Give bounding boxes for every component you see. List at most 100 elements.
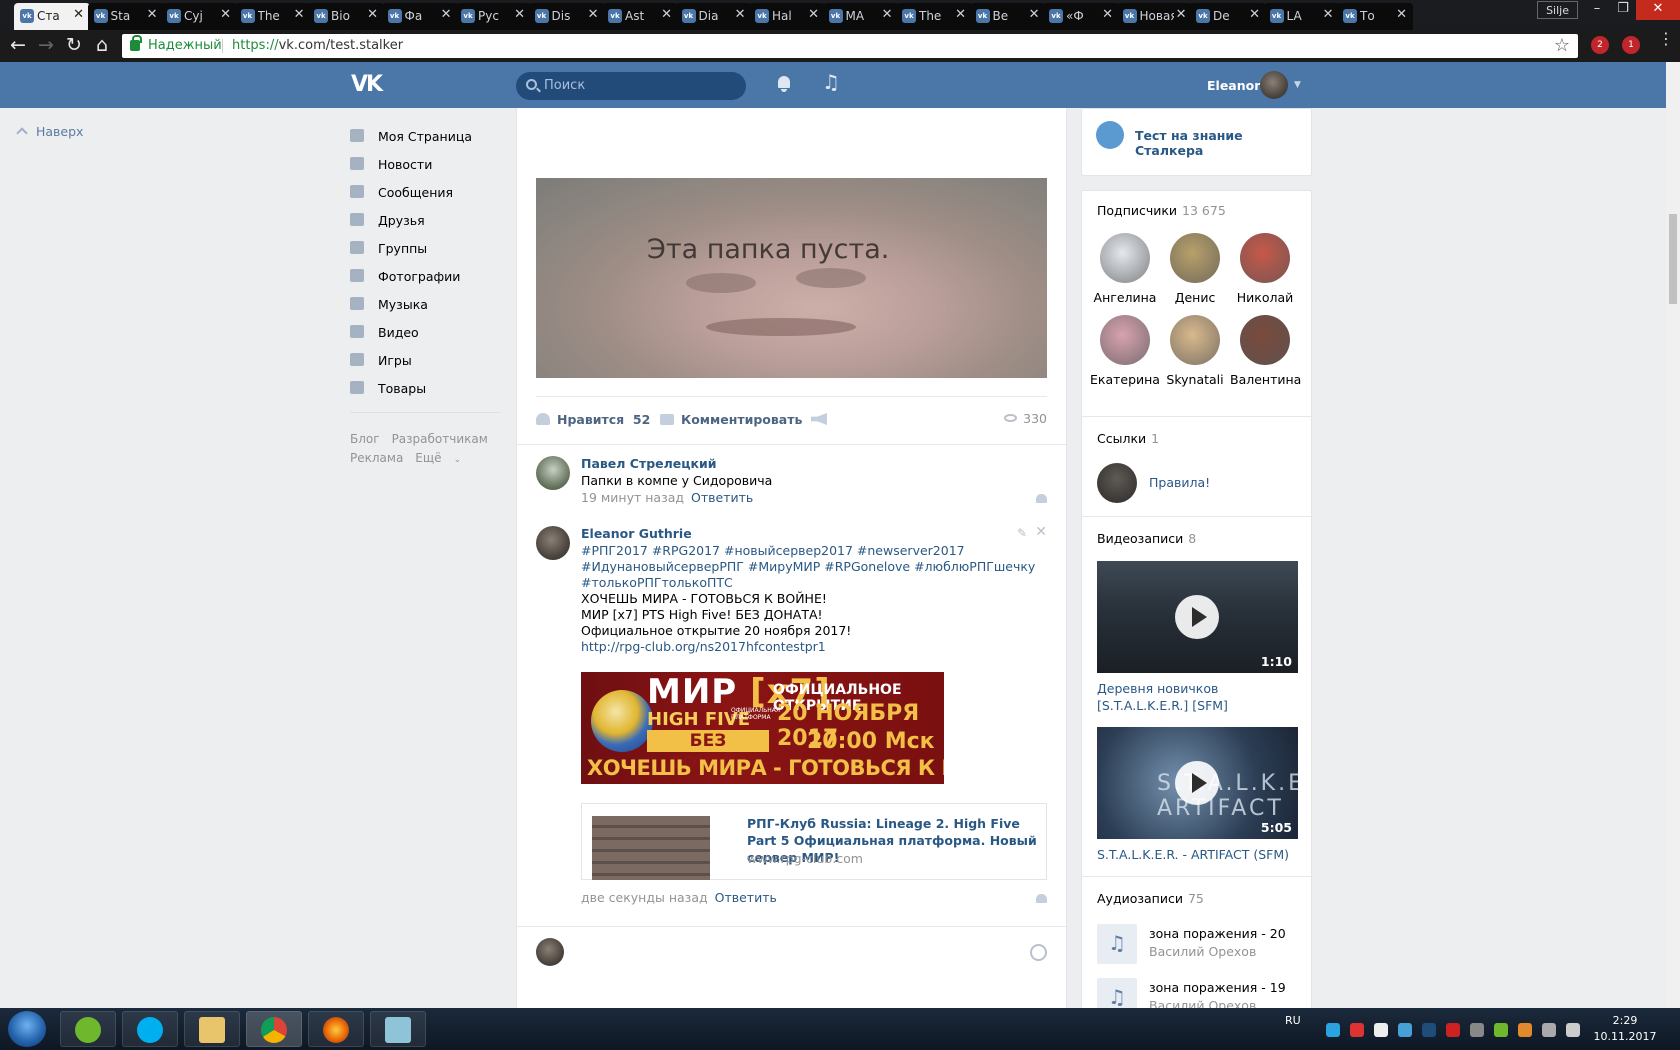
tray-icon[interactable] xyxy=(1350,1023,1364,1037)
close-tab-icon[interactable]: ✕ xyxy=(808,7,819,22)
close-tab-icon[interactable]: ✕ xyxy=(1396,7,1407,22)
comment-button[interactable]: Комментировать xyxy=(660,412,802,427)
header-avatar[interactable] xyxy=(1260,71,1288,99)
video-thumbnail[interactable]: 1:10 xyxy=(1097,561,1298,673)
start-button[interactable] xyxy=(8,1011,46,1047)
post-photo[interactable]: Эта папка пуста. xyxy=(536,178,1047,378)
subscribers-header[interactable]: Подписчики 13 675 xyxy=(1097,203,1226,218)
close-tab-icon[interactable]: ✕ xyxy=(441,7,452,22)
links-header[interactable]: Ссылки 1 xyxy=(1097,431,1159,446)
telegram-tray-icon[interactable] xyxy=(1326,1023,1340,1037)
browser-tab[interactable]: vk The ✕ xyxy=(234,3,311,30)
hashtags-line[interactable]: #ИдунановыйсерверРПГ #МируМИР #RPGonelov… xyxy=(581,559,1035,574)
taskbar-chrome[interactable] xyxy=(246,1011,302,1047)
music-player-icon[interactable]: ♫ xyxy=(822,70,840,94)
browser-tab[interactable]: vkНовая✕ xyxy=(1116,3,1193,30)
tray-icon[interactable] xyxy=(1398,1023,1412,1037)
share-megaphone-icon[interactable] xyxy=(811,413,827,425)
taskbar-explorer[interactable] xyxy=(184,1011,240,1047)
link-avatar[interactable] xyxy=(1097,463,1137,503)
taskbar-firefox[interactable] xyxy=(308,1011,364,1047)
close-tab-icon[interactable]: ✕ xyxy=(661,7,672,22)
hashtags-line[interactable]: #РПГ2017 #RPG2017 #новыйсервер2017 #news… xyxy=(581,543,965,558)
footer-link-more[interactable]: Ещё xyxy=(415,451,441,465)
system-clock[interactable]: 2:29 10.11.2017 xyxy=(1590,1013,1660,1045)
volume-icon[interactable] xyxy=(1566,1023,1580,1037)
app-card[interactable]: Тест на знание Сталкера xyxy=(1081,108,1312,176)
hashtags-line[interactable]: #толькоРПГтолькоПТС xyxy=(581,575,733,590)
nav-item[interactable]: Моя Страница xyxy=(350,124,500,152)
browser-tab[interactable]: vk Hal ✕ xyxy=(749,3,825,30)
footer-link-ads[interactable]: Реклама xyxy=(350,451,403,465)
close-window-button[interactable]: ✕ xyxy=(1636,0,1680,20)
tray-icon[interactable] xyxy=(1446,1023,1460,1037)
notifications-bell-icon[interactable] xyxy=(776,76,792,94)
nav-item[interactable]: Друзья xyxy=(350,208,500,236)
bookmark-star-icon[interactable]: ☆ xyxy=(1554,35,1570,56)
language-indicator[interactable]: RU xyxy=(1285,1014,1301,1027)
browser-tab[interactable]: vk Dia ✕ xyxy=(675,3,752,30)
subscriber[interactable]: Валентина xyxy=(1230,315,1301,387)
close-tab-icon[interactable]: ✕ xyxy=(1176,7,1187,22)
close-tab-icon[interactable]: ✕ xyxy=(955,7,966,22)
search-input[interactable]: Поиск xyxy=(516,72,746,100)
browser-tab[interactable]: vk Be ✕ xyxy=(969,3,1046,30)
browser-tab[interactable]: vk Суј ✕ xyxy=(161,3,237,30)
comment-avatar[interactable] xyxy=(536,456,570,490)
tray-icon[interactable] xyxy=(1518,1023,1532,1037)
video-title[interactable]: S.T.A.L.K.E.R. - ARTIFACT (SFM) xyxy=(1097,846,1298,863)
comment-author[interactable]: Eleanor Guthrie xyxy=(581,526,692,541)
back-arrow-icon[interactable]: ← xyxy=(6,34,30,58)
close-tab-icon[interactable]: ✕ xyxy=(1323,7,1334,22)
tray-icon[interactable] xyxy=(1494,1023,1508,1037)
taskbar-app[interactable] xyxy=(370,1011,426,1047)
audio-header[interactable]: Аудиозаписи 75 xyxy=(1097,891,1204,906)
scrollbar-thumb[interactable] xyxy=(1669,214,1677,304)
comment-author[interactable]: Павел Стрелецкий xyxy=(581,456,717,471)
comment-time[interactable]: две секунды назад xyxy=(581,890,708,905)
nav-item[interactable]: Сообщения xyxy=(350,180,500,208)
window-user-label[interactable]: Silje xyxy=(1537,1,1578,19)
vk-logo[interactable]: VK xyxy=(351,72,385,97)
nav-item[interactable]: Игры xyxy=(350,348,500,376)
heart-icon[interactable] xyxy=(1036,494,1047,503)
extension-icon[interactable]: 2 xyxy=(1591,36,1609,54)
close-tab-icon[interactable]: ✕ xyxy=(1102,7,1113,22)
subscriber[interactable]: Skynatali xyxy=(1160,315,1230,387)
audio-item[interactable]: зона поражения - 20 Василий Орехов xyxy=(1097,924,1298,964)
browser-tab[interactable]: vk То ✕ xyxy=(1337,3,1413,30)
close-tab-icon[interactable]: ✕ xyxy=(367,7,378,22)
footer-link-blog[interactable]: Блог xyxy=(350,432,380,446)
nav-item[interactable]: Новости xyxy=(350,152,500,180)
reply-button[interactable]: Ответить xyxy=(715,890,777,905)
close-tab-icon[interactable]: ✕ xyxy=(1249,7,1260,22)
home-icon[interactable]: ⌂ xyxy=(90,34,114,58)
subscriber[interactable]: Николай xyxy=(1230,233,1300,305)
browser-tab[interactable]: vk LA ✕ xyxy=(1263,3,1340,30)
close-tab-icon[interactable]: ✕ xyxy=(73,7,84,22)
music-note-icon[interactable] xyxy=(1097,924,1137,964)
link-preview-card[interactable]: РПГ-Клуб Russia: Lineage 2. High Five Pa… xyxy=(581,803,1047,880)
header-user-name[interactable]: Eleanor xyxy=(1207,78,1260,93)
browser-tab[interactable]: vk Sta ✕ xyxy=(87,3,164,30)
chevron-down-icon[interactable]: ▼ xyxy=(1294,80,1301,90)
close-tab-icon[interactable]: ✕ xyxy=(514,7,525,22)
browser-tab[interactable]: vk The ✕ xyxy=(896,3,972,30)
audio-artist[interactable]: Василий Орехов xyxy=(1149,944,1256,959)
flag-tray-icon[interactable] xyxy=(1374,1023,1388,1037)
subscriber[interactable]: Екатерина xyxy=(1090,315,1160,387)
comment-link[interactable]: http://rpg-club.org/ns2017hfcontestpr1 xyxy=(581,639,826,654)
browser-menu-icon[interactable]: ⋮ xyxy=(1658,31,1674,47)
delete-close-icon[interactable]: ✕ xyxy=(1035,524,1047,540)
nav-item[interactable]: Товары xyxy=(350,376,500,404)
browser-tab[interactable]: vk Dis ✕ xyxy=(528,3,605,30)
close-tab-icon[interactable]: ✕ xyxy=(147,7,158,22)
footer-link-devs[interactable]: Разработчикам xyxy=(392,432,488,446)
close-tab-icon[interactable]: ✕ xyxy=(882,7,893,22)
taskbar-skype[interactable] xyxy=(122,1011,178,1047)
heart-icon[interactable] xyxy=(1036,894,1047,903)
video-thumbnail[interactable]: S.T.A.L.K.E.R ARTIFACT 5:05 xyxy=(1097,727,1298,839)
forward-arrow-icon[interactable]: → xyxy=(34,34,58,58)
close-tab-icon[interactable]: ✕ xyxy=(735,7,746,22)
steam-tray-icon[interactable] xyxy=(1422,1023,1436,1037)
